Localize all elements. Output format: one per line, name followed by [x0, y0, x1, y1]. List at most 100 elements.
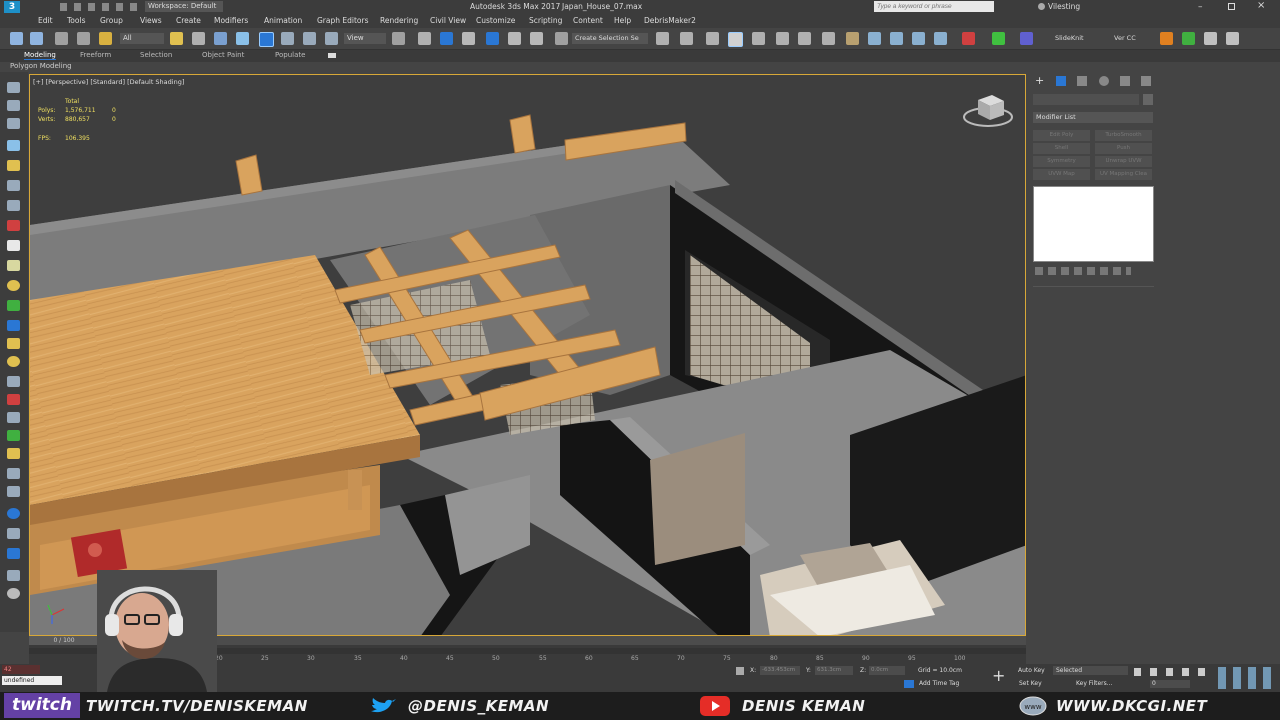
y-coord-field[interactable]: 631.3cm	[815, 666, 853, 675]
user-name[interactable]: Vilesting	[1048, 2, 1080, 11]
reference-coord-dropdown[interactable]: View	[344, 33, 386, 44]
menu-customize[interactable]: Customize	[476, 16, 515, 25]
x-coord-field[interactable]: -633.453cm	[760, 666, 800, 675]
tool-icon-1[interactable]	[7, 82, 20, 93]
tool-icon-27[interactable]	[7, 588, 20, 599]
create-tab-icon[interactable]: +	[1035, 75, 1045, 86]
scene-explorer-icon[interactable]	[728, 32, 743, 47]
script-icon[interactable]	[962, 32, 975, 45]
menu-civil-view[interactable]: Civil View	[430, 16, 466, 25]
tab-object-paint[interactable]: Object Paint	[202, 51, 244, 59]
tool-icon-3[interactable]	[7, 118, 20, 129]
redo-icon[interactable]	[30, 32, 43, 45]
edit-poly-button[interactable]: Edit Poly	[1033, 130, 1090, 141]
plugin-arrow-icon[interactable]	[992, 32, 1005, 45]
tool-icon-21[interactable]	[7, 468, 20, 479]
plugin-star-icon[interactable]	[1020, 32, 1033, 45]
align-icon[interactable]	[680, 32, 693, 45]
menu-tools[interactable]: Tools	[67, 16, 85, 25]
menu-help[interactable]: Help	[614, 16, 631, 25]
pivot-center-icon[interactable]	[392, 32, 405, 45]
tool-icon-15[interactable]	[7, 356, 20, 367]
modifier-stack[interactable]	[1033, 186, 1154, 262]
plugin-grid-icon[interactable]	[1226, 32, 1239, 45]
tool-icon-6[interactable]	[7, 180, 20, 191]
tool-icon-2[interactable]	[7, 100, 20, 111]
select-manipulate-icon[interactable]	[418, 32, 431, 45]
tool-icon-4[interactable]	[7, 140, 20, 151]
time-slider-handle[interactable]: 0 / 100	[29, 636, 99, 645]
menu-modifiers[interactable]: Modifiers	[214, 16, 248, 25]
auto-key-button[interactable]: Auto Key	[1018, 667, 1045, 674]
percent-snap-icon[interactable]	[508, 32, 521, 45]
tab-modeling[interactable]: Modeling	[24, 51, 56, 60]
tool-icon-17[interactable]	[7, 394, 20, 405]
polygon-modeling-label[interactable]: Polygon Modeling	[10, 62, 72, 70]
plugin-fp-icon[interactable]	[1160, 32, 1173, 45]
modify-tab-icon[interactable]	[1056, 76, 1066, 86]
quick-access-icons[interactable]	[60, 3, 140, 11]
tool-icon-16[interactable]	[7, 376, 20, 387]
key-filters-button[interactable]: Key Filters...	[1076, 680, 1113, 687]
rect-selection-icon[interactable]	[214, 32, 227, 45]
tool-icon-10[interactable]	[7, 260, 20, 271]
slideknit-button[interactable]: SlideKnit	[1055, 34, 1084, 42]
material-editor-icon[interactable]	[822, 32, 835, 45]
tool-icon-18[interactable]	[7, 412, 20, 423]
menu-group[interactable]: Group	[100, 16, 123, 25]
stack-tools-icons[interactable]	[1035, 267, 1131, 275]
tab-selection[interactable]: Selection	[140, 51, 172, 59]
plugin-green-icon[interactable]	[1182, 32, 1195, 45]
angle-snap-icon[interactable]	[486, 32, 499, 45]
menu-animation[interactable]: Animation	[264, 16, 302, 25]
viewport-label[interactable]: [+] [Perspective] [Standard] [Default Sh…	[33, 78, 184, 86]
motion-tab-icon[interactable]	[1099, 76, 1109, 86]
tab-populate[interactable]: Populate	[275, 51, 305, 59]
menu-scripting[interactable]: Scripting	[529, 16, 562, 25]
menu-edit[interactable]: Edit	[38, 16, 53, 25]
maxscript-listener-field[interactable]: 42	[2, 665, 40, 674]
display-tab-icon[interactable]	[1120, 76, 1130, 86]
push-button[interactable]: Push	[1095, 143, 1152, 154]
placement-icon[interactable]	[325, 32, 338, 45]
menu-graph-editors[interactable]: Graph Editors	[317, 16, 369, 25]
render-production-icon[interactable]	[890, 32, 903, 45]
edit-named-selection-icon[interactable]	[555, 32, 568, 45]
playback-controls[interactable]	[1134, 668, 1214, 676]
tool-icon-12[interactable]	[7, 300, 20, 311]
add-time-tag-label[interactable]: Add Time Tag	[919, 680, 959, 687]
spinner-snap-icon[interactable]	[530, 32, 543, 45]
ribbon-options-icon[interactable]	[328, 53, 336, 58]
curve-editor-icon[interactable]	[776, 32, 789, 45]
close-icon[interactable]: ×	[1257, 0, 1269, 12]
named-selection-dropdown[interactable]: Create Selection Se	[572, 33, 648, 44]
tab-freeform[interactable]: Freeform	[80, 51, 111, 59]
perspective-viewport[interactable]: [+] [Perspective] [Standard] [Default Sh…	[29, 74, 1026, 636]
uvw-map-button[interactable]: UVW Map	[1033, 169, 1090, 180]
tool-icon-14[interactable]	[7, 338, 20, 349]
object-name-field[interactable]	[1033, 94, 1139, 105]
tool-icon-19[interactable]	[7, 430, 20, 441]
menu-create[interactable]: Create	[176, 16, 201, 25]
render-cloud-icon[interactable]	[934, 32, 947, 45]
tool-icon-22[interactable]	[7, 486, 20, 497]
render-setup-icon[interactable]	[846, 32, 859, 45]
uv-mapping-clear-button[interactable]: UV Mapping Clea	[1095, 169, 1152, 180]
undo-icon[interactable]	[10, 32, 23, 45]
tool-icon-11[interactable]	[7, 280, 20, 291]
tool-icon-9[interactable]	[7, 240, 20, 251]
plugin-tools-icon[interactable]	[1204, 32, 1217, 45]
rotate-icon[interactable]	[281, 32, 294, 45]
keyboard-shortcut-icon[interactable]	[440, 32, 453, 45]
user-icon[interactable]	[1038, 3, 1045, 10]
scale-icon[interactable]	[303, 32, 316, 45]
tool-icon-13[interactable]	[7, 320, 20, 331]
tool-icon-20[interactable]	[7, 448, 20, 459]
tool-icon-8[interactable]	[7, 220, 20, 231]
rendered-frame-icon[interactable]	[868, 32, 881, 45]
unwrap-uvw-button[interactable]: Unwrap UVW	[1095, 156, 1152, 167]
key-selection-dropdown[interactable]: Selected	[1053, 666, 1128, 675]
object-color-swatch[interactable]	[1143, 94, 1153, 105]
set-key-button[interactable]: Set Key	[1019, 680, 1042, 687]
search-input[interactable]	[874, 1, 994, 12]
